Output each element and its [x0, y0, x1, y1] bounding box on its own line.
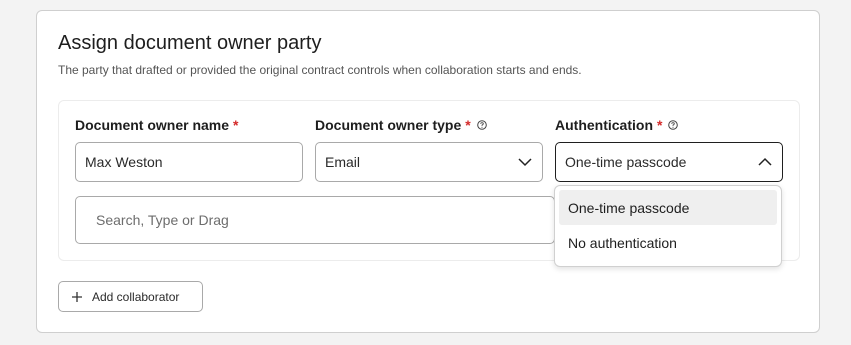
owner-name-input[interactable]: Max Weston: [75, 142, 303, 182]
question-circle-icon[interactable]: [668, 120, 679, 130]
authentication-value: One-time passcode: [565, 154, 687, 170]
search-placeholder: Search, Type or Drag: [96, 212, 229, 228]
add-collaborator-button[interactable]: Add collaborator: [58, 281, 203, 312]
owner-type-value: Email: [325, 154, 361, 170]
recipient-search-input[interactable]: Search, Type or Drag: [75, 196, 555, 244]
authentication-dropdown-menu: One-time passcode No authentication: [554, 185, 782, 267]
dropdown-option-no-authentication[interactable]: No authentication: [559, 225, 777, 260]
owner-name-value: Max Weston: [85, 154, 163, 170]
assign-owner-panel: Assign document owner party The party th…: [36, 10, 820, 333]
panel-title: Assign document owner party: [58, 32, 322, 54]
required-marker: *: [657, 117, 663, 133]
owner-type-select[interactable]: Email: [315, 142, 543, 182]
question-circle-icon[interactable]: [476, 120, 487, 130]
plus-icon: [71, 291, 83, 303]
add-collaborator-label: Add collaborator: [92, 289, 180, 304]
panel-subtitle: The party that drafted or provided the o…: [58, 63, 582, 77]
chevron-up-icon: [757, 154, 773, 170]
required-marker: *: [465, 117, 471, 133]
required-marker: *: [233, 117, 239, 133]
dropdown-option-one-time-passcode[interactable]: One-time passcode: [559, 190, 777, 225]
authentication-label: Authentication *: [555, 117, 679, 133]
chevron-down-icon: [517, 154, 533, 170]
owner-type-label: Document owner type *: [315, 117, 487, 133]
authentication-select[interactable]: One-time passcode: [555, 142, 783, 182]
owner-name-label: Document owner name *: [75, 117, 239, 133]
